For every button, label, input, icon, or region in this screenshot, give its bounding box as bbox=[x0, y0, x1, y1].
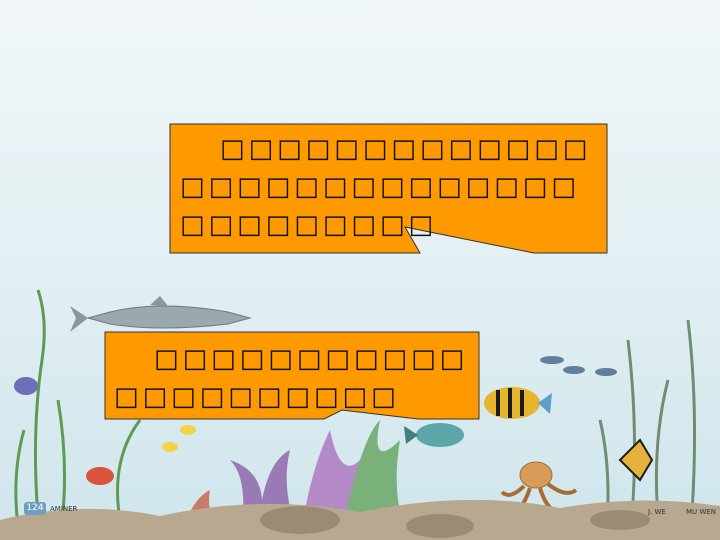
publisher-mark: AMINER bbox=[50, 505, 78, 513]
artist-credit-left: J. WE bbox=[648, 508, 666, 516]
blue-purple-fish bbox=[14, 377, 38, 395]
bubble-1-text: □□□□□□□□□□□□□□□□□□□□□□□□□□□□□□□□□□□□ bbox=[180, 134, 592, 240]
underwater-illustration bbox=[0, 0, 720, 540]
water-background bbox=[0, 0, 720, 540]
page-number-badge: 124 bbox=[24, 502, 46, 515]
bubble-2-text: □□□□□□□□□□□□□□□□□□□□□ bbox=[114, 344, 469, 412]
red-fish bbox=[86, 467, 114, 485]
artist-credit-right: MU WEN bbox=[686, 508, 716, 516]
